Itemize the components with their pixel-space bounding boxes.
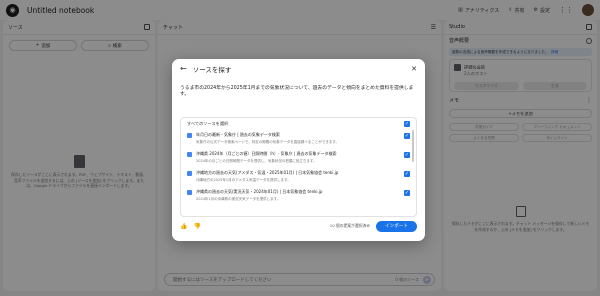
results-scrollbar[interactable]: [412, 130, 414, 162]
search-query: うるま市の2024年から2025年1月までの気象状況について、過去のデータと傾向…: [180, 86, 414, 98]
result-checkbox[interactable]: ✓: [404, 190, 410, 196]
select-all-checkbox[interactable]: ✓: [404, 120, 410, 127]
web-page-icon: [187, 171, 192, 176]
dialog-header: ← ソースを探す ✕: [172, 59, 425, 78]
list-item[interactable]: 年月日の最新・気象庁 | 過去の気象データ検索 気象庁の公式データ検索ページで、…: [181, 129, 416, 148]
results-list: すべてのソースを選択 ✓ 年月日の最新・気象庁 | 過去の気象データ検索 気象庁…: [180, 117, 417, 217]
back-arrow-icon[interactable]: ←: [180, 64, 187, 73]
discover-sources-dialog: ← ソースを探す ✕ うるま市の2024年から2025年1月までの気象状況につい…: [172, 59, 425, 241]
result-checkbox[interactable]: ✓: [404, 152, 410, 158]
web-page-icon: [187, 190, 192, 195]
close-icon[interactable]: ✕: [411, 65, 417, 73]
result-checkbox[interactable]: ✓: [404, 133, 410, 139]
thumbs-up-icon[interactable]: 👍: [180, 223, 187, 230]
select-all-row[interactable]: すべてのソースを選択 ✓: [181, 118, 416, 129]
list-item[interactable]: 沖縄県 2024年（月ごとの値）日照時間（h）- 気象庁 | 過去の気象データ検…: [181, 148, 416, 167]
dialog-title: ソースを探す: [192, 65, 232, 74]
web-page-icon: [187, 133, 192, 138]
selected-count: 10 個の提案が選択済み: [329, 223, 371, 228]
web-page-icon: [187, 152, 192, 157]
thumbs-down-icon[interactable]: 👎: [193, 223, 200, 230]
import-button[interactable]: インポート: [376, 220, 417, 232]
list-item[interactable]: 沖縄県の過去の天気(実況天気・2024年01月) | 日本気象協会 tenki.…: [181, 186, 416, 205]
dialog-footer: 👍 👎 10 個の提案が選択済み インポート: [180, 220, 417, 232]
result-checkbox[interactable]: ✓: [404, 171, 410, 177]
list-item[interactable]: 沖縄地方の過去の天気(アメダス・気温・2025年01月) | 日本気象協会 te…: [181, 167, 416, 186]
